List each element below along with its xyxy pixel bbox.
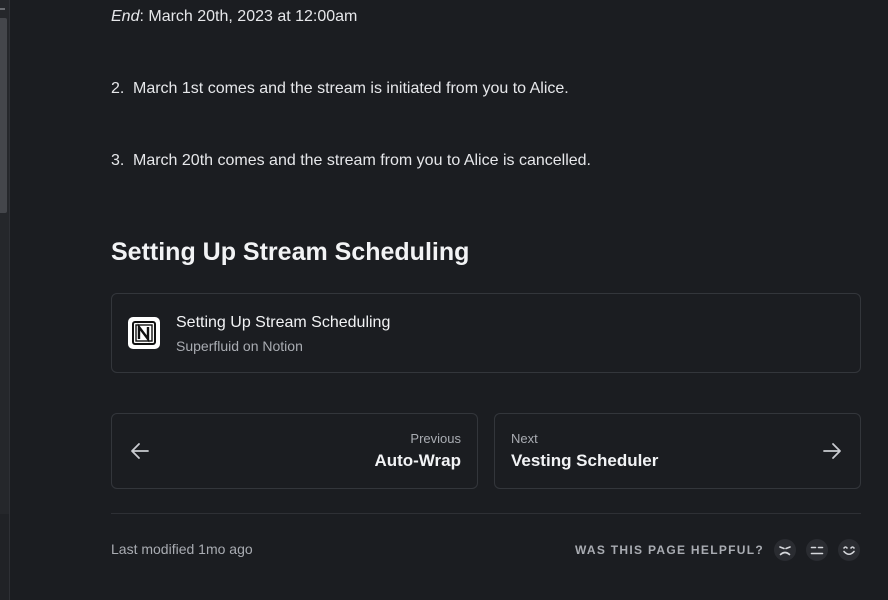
end-label: End — [111, 8, 140, 25]
step-3-text: March 20th comes and the stream from you… — [133, 152, 591, 169]
rail-lower-region — [0, 514, 9, 600]
arrow-right-icon — [821, 441, 843, 461]
scrollbar-thumb[interactable] — [0, 18, 7, 213]
step-2-text: March 1st comes and the stream is initia… — [133, 80, 569, 97]
smile-face-icon[interactable] — [838, 539, 860, 561]
schedule-end-line: End: March 20th, 2023 at 12:00am — [111, 7, 357, 27]
notion-embed-card[interactable]: Setting Up Stream Scheduling Superfluid … — [111, 293, 861, 373]
scroll-arrow-icon[interactable] — [0, 8, 5, 10]
step-3-number: 3. — [111, 152, 125, 169]
previous-title: Auto-Wrap — [374, 451, 461, 470]
step-2: 2. March 1st comes and the stream is init… — [111, 79, 569, 99]
step-2-number: 2. — [111, 80, 125, 97]
previous-page-link[interactable]: Previous Auto-Wrap — [111, 413, 478, 489]
left-scroll-rail[interactable] — [0, 0, 10, 600]
section-heading: Setting Up Stream Scheduling — [111, 238, 470, 266]
embed-subtitle: Superfluid on Notion — [176, 338, 303, 354]
embed-title: Setting Up Stream Scheduling — [176, 314, 391, 331]
next-page-link[interactable]: Next Vesting Scheduler — [494, 413, 861, 489]
end-value: : March 20th, 2023 at 12:00am — [139, 8, 358, 25]
notion-logo-icon — [128, 317, 160, 349]
next-title: Vesting Scheduler — [511, 451, 659, 470]
step-3: 3. March 20th comes and the stream from y… — [111, 151, 591, 171]
footer-divider — [111, 513, 861, 514]
next-kicker: Next — [511, 431, 538, 446]
helpful-prompt: WAS THIS PAGE HELPFUL? — [574, 543, 764, 557]
frown-face-icon[interactable] — [774, 539, 796, 561]
last-modified-text: Last modified 1mo ago — [111, 541, 253, 557]
previous-kicker: Previous — [410, 431, 461, 446]
neutral-face-icon[interactable] — [806, 539, 828, 561]
arrow-left-icon — [129, 441, 151, 461]
